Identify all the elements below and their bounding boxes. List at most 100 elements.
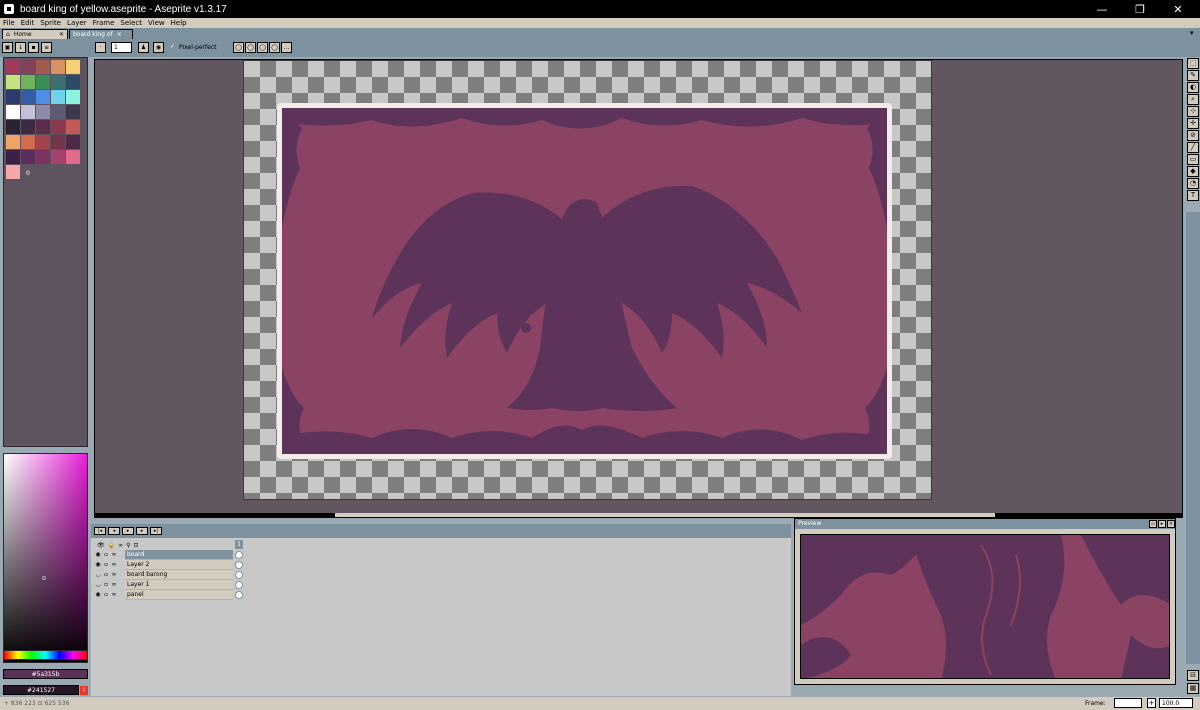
move-tool-icon[interactable]: ✛ bbox=[1187, 118, 1199, 129]
open-file-icon[interactable]: ↓ bbox=[15, 42, 26, 53]
palette-swatch[interactable] bbox=[51, 90, 65, 104]
preview-canvas[interactable] bbox=[800, 534, 1170, 679]
symmetry-h-icon[interactable]: ◯ bbox=[245, 42, 256, 53]
prev-frame-icon[interactable]: ◂ bbox=[108, 527, 120, 535]
palette-swatch[interactable] bbox=[36, 90, 50, 104]
layer-row-board[interactable]: ◉ ▫ ∞ board bbox=[93, 550, 243, 560]
layer-cel[interactable] bbox=[235, 551, 243, 559]
warning-icon[interactable]: ! bbox=[80, 686, 88, 695]
eye-icon[interactable]: ◉ bbox=[95, 552, 101, 558]
palette-swatch[interactable] bbox=[21, 135, 35, 149]
fill-tool-icon[interactable]: ⊘ bbox=[1187, 130, 1199, 141]
palette-swatch[interactable] bbox=[51, 150, 65, 164]
palette-swatch[interactable] bbox=[66, 90, 80, 104]
tab-home[interactable]: ⌂ Home ✕ bbox=[2, 29, 68, 39]
layer-cel[interactable] bbox=[235, 591, 243, 599]
preview-play-icon[interactable]: ▸ bbox=[1158, 520, 1166, 528]
palette-swatch[interactable] bbox=[36, 75, 50, 89]
menu-select[interactable]: Select bbox=[117, 18, 145, 28]
horizontal-scrollbar[interactable] bbox=[95, 513, 1182, 517]
eye-icon[interactable]: ◉ bbox=[95, 562, 101, 568]
palette-swatch[interactable] bbox=[66, 60, 80, 74]
link-header-icon[interactable]: ∞ bbox=[118, 542, 123, 549]
background-color[interactable]: #241527 bbox=[3, 685, 79, 695]
play-icon[interactable]: ▸ bbox=[122, 527, 134, 535]
layer-row-layer-1[interactable]: ◡ ▫ ∞ Layer 1 bbox=[93, 580, 243, 590]
lock-icon[interactable]: ▫ bbox=[103, 562, 109, 568]
lock-icon[interactable]: ▫ bbox=[103, 552, 109, 558]
palette-swatch[interactable] bbox=[36, 105, 50, 119]
palette-swatch[interactable] bbox=[6, 75, 20, 89]
symmetry-v-icon[interactable]: ◯ bbox=[257, 42, 268, 53]
layer-cel[interactable] bbox=[235, 571, 243, 579]
palette-swatch[interactable] bbox=[66, 150, 80, 164]
zoom-tool-icon[interactable]: ⊹ bbox=[1187, 106, 1199, 117]
menu-edit[interactable]: Edit bbox=[18, 18, 38, 28]
menu-layer[interactable]: Layer bbox=[64, 18, 90, 28]
link-icon[interactable]: ∞ bbox=[111, 582, 117, 588]
preview-center-icon[interactable]: ▫ bbox=[1149, 520, 1157, 528]
layer-cel[interactable] bbox=[235, 561, 243, 569]
menu-view[interactable]: View bbox=[145, 18, 168, 28]
sprite-editor[interactable] bbox=[94, 59, 1183, 518]
pixel-perfect-checkbox[interactable]: ✓ bbox=[170, 43, 175, 50]
minimize-button[interactable]: — bbox=[1084, 0, 1120, 18]
palette-swatch[interactable] bbox=[21, 105, 35, 119]
last-frame-icon[interactable]: ▸| bbox=[150, 527, 162, 535]
text-tool-icon[interactable]: T bbox=[1187, 190, 1199, 201]
palette-swatch[interactable] bbox=[36, 120, 50, 134]
preview-close-icon[interactable]: × bbox=[1167, 520, 1175, 528]
tabs-dropdown-icon[interactable]: ▾ bbox=[1190, 29, 1194, 37]
horizontal-scrollbar-thumb[interactable] bbox=[335, 513, 995, 517]
palette-swatch[interactable] bbox=[6, 150, 20, 164]
tab-document-close-icon[interactable]: × bbox=[117, 31, 122, 39]
contour-tool-icon[interactable]: ◆ bbox=[1187, 166, 1199, 177]
eraser-tool-icon[interactable]: ◐ bbox=[1187, 82, 1199, 93]
rectangle-tool-icon[interactable]: ▭ bbox=[1187, 154, 1199, 165]
palette-swatch[interactable] bbox=[66, 120, 80, 134]
symmetry-both-icon[interactable]: ◯ bbox=[269, 42, 280, 53]
palette-swatch[interactable] bbox=[6, 90, 20, 104]
preview-window[interactable]: Preview ▫ ▸ × bbox=[794, 518, 1176, 685]
maximize-button[interactable]: ❐ bbox=[1122, 0, 1158, 18]
palette-swatch[interactable] bbox=[21, 90, 35, 104]
lock-icon[interactable]: ▫ bbox=[103, 592, 109, 598]
eyedropper-tool-icon[interactable]: ⌕ bbox=[1187, 94, 1199, 105]
layer-row-board-barong[interactable]: ◡ ▫ ∞ board barong bbox=[93, 570, 243, 580]
menu-sprite[interactable]: Sprite bbox=[37, 18, 64, 28]
palette-swatch[interactable] bbox=[6, 165, 20, 179]
onion-skin-icon[interactable]: ⚲ bbox=[126, 542, 130, 549]
palette-swatch[interactable] bbox=[51, 105, 65, 119]
palette-swatch[interactable] bbox=[21, 60, 35, 74]
palette-swatch[interactable] bbox=[51, 135, 65, 149]
color-picker-cursor[interactable] bbox=[42, 576, 46, 580]
tab-document[interactable]: board king of × bbox=[69, 29, 133, 39]
menu-help[interactable]: Help bbox=[168, 18, 190, 28]
new-frame-button[interactable]: + bbox=[1147, 698, 1156, 708]
line-tool-icon[interactable]: ╱ bbox=[1187, 142, 1199, 153]
link-icon[interactable]: ∞ bbox=[111, 592, 117, 598]
eye-header-icon[interactable]: 👁 bbox=[97, 542, 105, 549]
link-icon[interactable]: ∞ bbox=[111, 562, 117, 568]
layer-options-icon[interactable]: ⊡ bbox=[134, 542, 139, 549]
brush-size-input[interactable]: 1 bbox=[111, 42, 132, 53]
layout-icon[interactable]: ▦ bbox=[1187, 683, 1199, 694]
first-frame-icon[interactable]: |◂ bbox=[94, 527, 106, 535]
palette-swatch[interactable] bbox=[36, 150, 50, 164]
new-file-icon[interactable]: ▣ bbox=[2, 42, 13, 53]
board-artwork[interactable] bbox=[282, 108, 887, 454]
frame-header-1[interactable]: 1 bbox=[235, 540, 243, 549]
layer-row-layer-2[interactable]: ◉ ▫ ∞ Layer 2 bbox=[93, 560, 243, 570]
eye-hidden-icon[interactable]: ◡ bbox=[95, 572, 101, 578]
palette-swatch[interactable] bbox=[21, 150, 35, 164]
palette-swatch[interactable] bbox=[51, 60, 65, 74]
zoom-input[interactable]: 100.0 bbox=[1159, 698, 1193, 708]
palette-swatch[interactable] bbox=[6, 105, 20, 119]
palette-swatch[interactable] bbox=[36, 60, 50, 74]
close-window-button[interactable]: ✕ bbox=[1160, 0, 1196, 18]
palette-swatch[interactable] bbox=[66, 75, 80, 89]
opacity-icon[interactable]: ◉ bbox=[153, 42, 164, 53]
next-frame-icon[interactable]: ▸ bbox=[136, 527, 148, 535]
eye-icon[interactable]: ◉ bbox=[95, 592, 101, 598]
pencil-tool-icon[interactable]: ✎ bbox=[1187, 70, 1199, 81]
